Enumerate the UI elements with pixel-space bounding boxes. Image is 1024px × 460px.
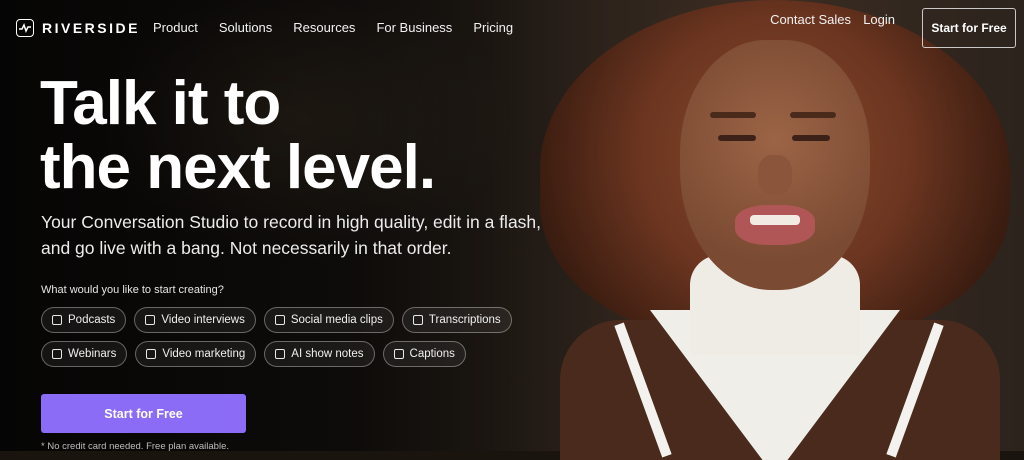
nav-links: Product Solutions Resources For Business… [153,20,534,35]
option-label: Podcasts [68,314,116,326]
option-video-interviews[interactable]: Video interviews [134,307,256,333]
teeth [750,215,800,225]
eyebrow [710,112,756,118]
brand-logo[interactable]: RIVERSIDE [16,19,140,37]
contact-sales-link[interactable]: Contact Sales [770,12,851,27]
creation-options: Podcasts Video interviews Social media c… [41,307,521,375]
option-ai-show-notes[interactable]: AI show notes [264,341,375,367]
nav-link-pricing[interactable]: Pricing [473,20,513,35]
headline-line-1: Talk it to [40,69,281,138]
eyebrow [790,112,836,118]
headline-line-2: the next level. [40,133,436,202]
option-social-media-clips[interactable]: Social media clips [263,307,394,333]
face [680,40,870,290]
hero-headline: Talk it to the next level. [40,69,436,202]
option-webinars[interactable]: Webinars [41,341,128,367]
option-video-marketing[interactable]: Video marketing [135,341,257,367]
free-plan-note: * No credit card needed. Free plan avail… [41,441,230,452]
hero-subtitle: Your Conversation Studio to record in hi… [41,212,542,258]
checkbox-icon[interactable] [52,349,62,359]
nav-link-resources[interactable]: Resources [293,20,355,35]
eye [718,135,756,141]
option-label: Captions [409,348,455,360]
options-row: Webinars Video marketing AI show notes C… [41,341,521,367]
option-podcasts[interactable]: Podcasts [41,307,127,333]
creation-question: What would you like to start creating? [41,284,224,296]
mouth [735,205,815,245]
checkbox-icon[interactable] [275,349,286,359]
nav-link-for-business[interactable]: For Business [376,20,452,35]
nav-link-product[interactable]: Product [153,20,198,35]
nav-link-solutions[interactable]: Solutions [219,20,272,35]
checkbox-icon[interactable] [52,315,62,325]
option-label: Transcriptions [428,314,501,326]
option-captions[interactable]: Captions [382,341,466,367]
options-row: Podcasts Video interviews Social media c… [41,307,521,333]
checkbox-icon[interactable] [393,349,404,359]
brand-name: RIVERSIDE [42,20,140,36]
option-transcriptions[interactable]: Transcriptions [401,307,512,333]
checkbox-icon[interactable] [274,315,285,325]
checkbox-icon[interactable] [146,349,157,359]
option-label: Video interviews [161,314,245,326]
waveform-icon [16,19,34,37]
eye [792,135,830,141]
option-label: Webinars [68,348,117,360]
checkbox-icon[interactable] [412,315,423,325]
option-label: Social media clips [290,314,383,326]
hero-start-free-button[interactable]: Start for Free [41,394,246,433]
login-link[interactable]: Login [863,12,895,27]
nose [758,155,792,195]
option-label: AI show notes [291,348,364,360]
option-label: Video marketing [162,348,246,360]
nav-start-free-button[interactable]: Start for Free [922,8,1016,48]
hero-person-image [520,0,1024,460]
checkbox-icon[interactable] [145,315,156,325]
top-navigation: RIVERSIDE Product Solutions Resources Fo… [0,0,1024,56]
